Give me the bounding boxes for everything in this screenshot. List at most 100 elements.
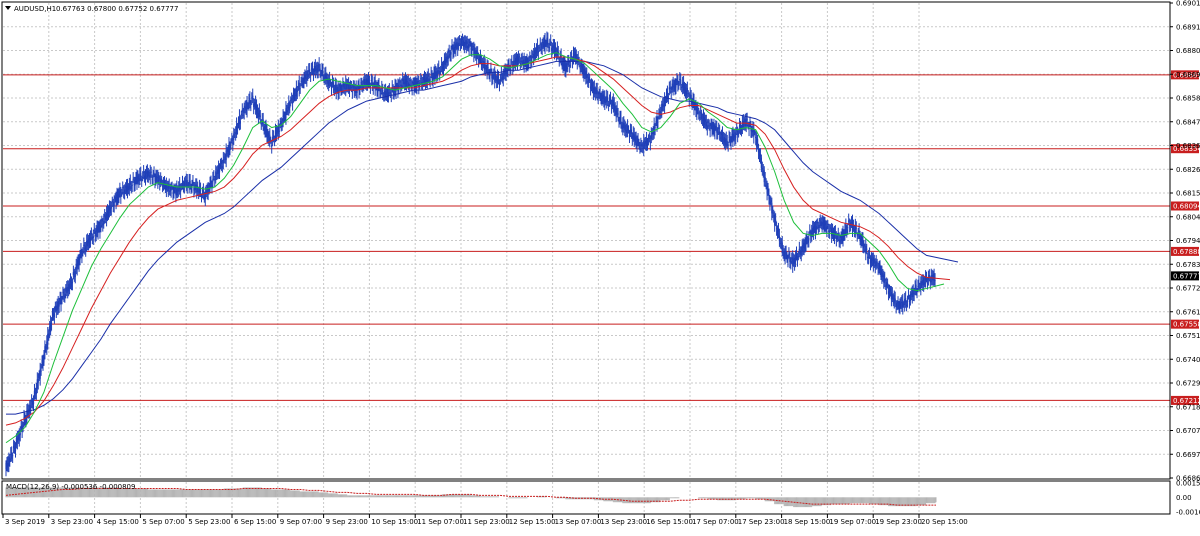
candle-body [819,219,821,221]
candle-body [343,83,345,89]
candle-body [37,379,39,383]
candle-body [30,406,32,410]
candle-body [538,47,540,49]
candle-body [547,39,549,43]
candle-body [848,220,850,222]
candle-body [332,82,334,88]
candle-body [33,390,36,396]
candle-body [93,229,95,232]
x-tick-label: 3 Sep 2019 [5,518,45,526]
candle-body [302,83,304,86]
candle-body [329,82,332,84]
candle-body [283,114,285,117]
candle-body [794,256,797,262]
candle-body [285,108,287,118]
candle-body [471,49,473,51]
candle-body [406,80,409,82]
y-tick-label: 0.69015 [1176,0,1200,8]
candle-body [131,184,133,186]
candle-body [829,230,831,233]
candle-body [490,69,492,71]
candle-body [147,170,149,176]
candle-body [824,222,826,225]
candle-body [636,142,638,146]
candle-body [311,68,314,71]
candle-body [856,235,858,237]
candle-body [486,64,488,74]
candle-body [173,189,175,193]
candle-body [746,118,748,121]
candle-body [528,60,530,63]
candle-body [699,117,701,119]
candle-body [247,105,249,107]
level-tag-label: 0.68094 [1173,203,1200,211]
y-tick-label: 0.68150 [1176,190,1200,198]
candle-body [767,186,769,191]
candle-body [868,256,870,258]
candle-body [667,96,669,98]
x-tick-label: 17 Sep 07:00 [692,518,739,526]
candle-body [79,256,81,260]
candle-body [549,43,551,46]
candle-body [478,57,481,62]
candle-body [83,244,85,247]
candle-body [597,97,599,99]
candle-body [213,176,215,178]
candle-body [879,264,881,269]
candle-body [589,78,591,81]
candle-body [771,202,773,214]
candle-body [328,81,330,86]
candle-body [805,241,807,246]
candle-body [202,190,204,193]
candle-body [649,142,651,144]
candle-body [637,138,639,143]
candle-body [715,126,717,128]
y-tick-label: 0.68695 [1176,71,1200,79]
candle-body [351,91,353,93]
candle-body [897,302,899,304]
candle-body [71,281,74,284]
candle-body [60,298,62,305]
candle-body [654,126,656,129]
candle-body [181,181,184,183]
y-tick-label: 0.67940 [1176,237,1200,245]
x-tick-label: 6 Sep 15:00 [234,518,276,526]
candle-body [366,79,369,87]
y-tick-label: 0.68800 [1176,47,1200,55]
candle-body [917,285,919,288]
candle-body [183,181,186,188]
candle-body [764,177,766,180]
candle-body [527,64,529,68]
x-tick-label: 3 Sep 23:00 [51,518,93,526]
candle-body [368,81,371,86]
candle-body [761,168,763,170]
candle-body [707,121,709,123]
candle-body [779,242,781,244]
candle-body [729,138,731,141]
candle-body [153,172,155,174]
candle-body [176,187,178,196]
chart-svg: 0.686890.683540.680940.678880.675580.672… [0,0,1200,531]
candle-body [708,125,710,127]
candle-body [296,89,298,93]
candle-body [541,43,543,49]
candle-body [155,175,157,182]
candle-body [487,67,489,69]
candle-body [497,77,500,79]
candle-body [288,102,290,111]
candle-body [401,85,403,88]
candle-body [82,252,84,254]
candle-body [53,313,55,317]
candle-body [101,219,103,222]
candle-body [508,63,510,66]
candle-body [868,253,871,256]
candle-body [646,144,649,146]
candle-body [539,43,541,45]
candle-body [930,275,932,283]
candle-body [725,138,727,141]
candle-body [318,64,320,69]
candle-body [846,229,848,234]
candle-body [772,212,774,214]
candle-body [242,114,244,116]
candle-body [252,95,254,100]
